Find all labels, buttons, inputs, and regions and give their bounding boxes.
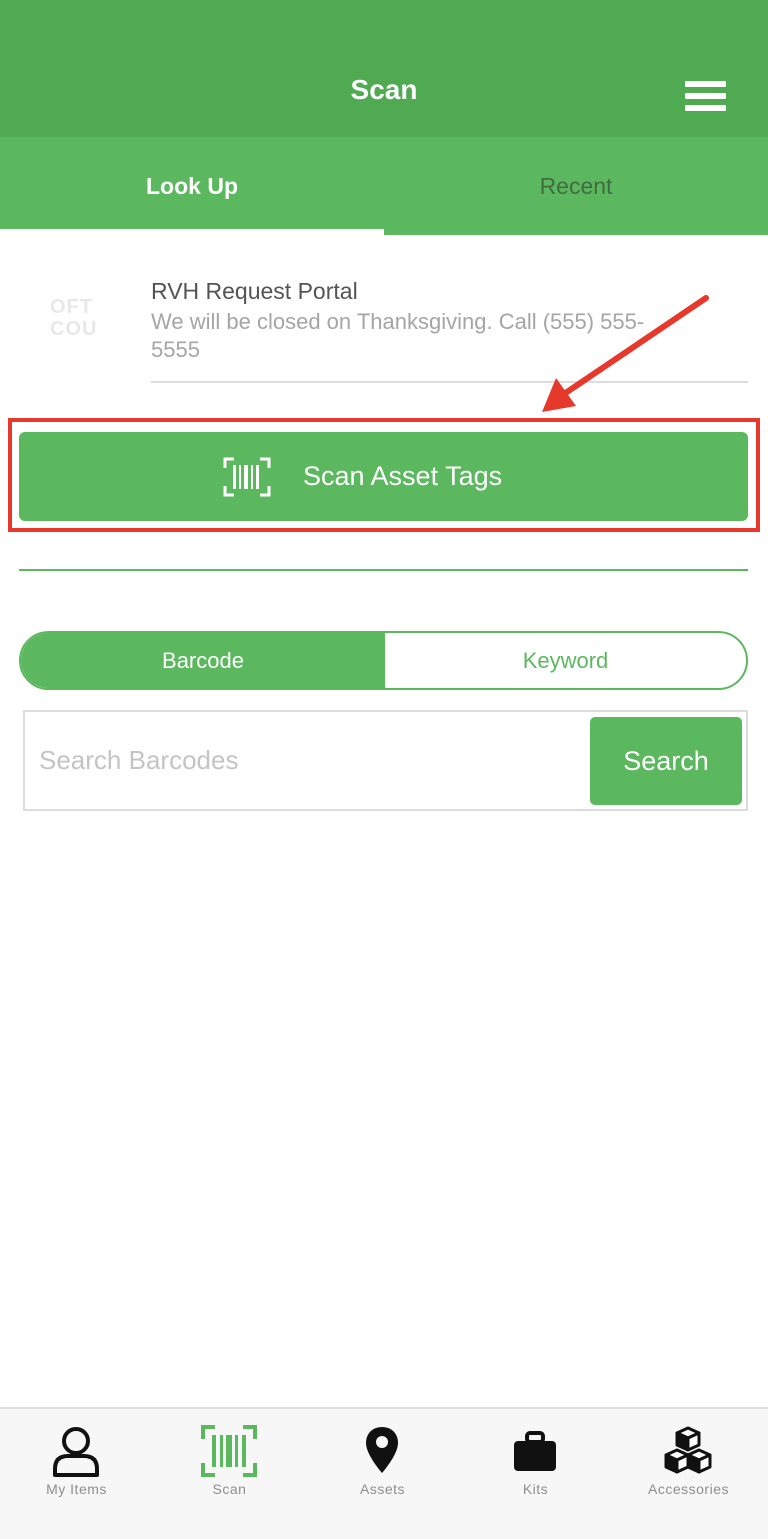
nav-item-accessories[interactable]: Accessories <box>612 1409 765 1539</box>
portal-title: RVH Request Portal <box>151 278 358 304</box>
nav-label: Kits <box>522 1481 549 1497</box>
barcode-mode-option[interactable]: Barcode <box>21 633 385 688</box>
nav-label: My Items <box>46 1481 107 1497</box>
nav-item-assets[interactable]: Assets <box>306 1409 459 1539</box>
nav-item-kits[interactable]: Kits <box>459 1409 612 1539</box>
bottom-nav: My Items Scan Assets Kits Accessories <box>0 1407 768 1539</box>
search-mode-toggle: Barcode Keyword <box>19 631 748 690</box>
barcode-scan-icon <box>223 457 271 497</box>
scan-asset-tags-button[interactable]: Scan Asset Tags <box>19 432 748 521</box>
tab-recent[interactable]: Recent <box>384 137 768 235</box>
map-pin-icon <box>366 1427 398 1473</box>
active-tab-indicator <box>0 229 384 235</box>
person-icon <box>53 1427 99 1477</box>
nav-item-scan[interactable]: Scan <box>153 1409 306 1539</box>
annotation-arrow <box>542 295 709 412</box>
barcode-scan-icon <box>201 1425 257 1477</box>
section-divider <box>19 569 748 571</box>
search-input[interactable] <box>39 712 589 809</box>
nav-label: Assets <box>359 1481 405 1497</box>
portal-logo: OFT COU <box>50 296 98 340</box>
nav-label: Accessories <box>648 1481 729 1497</box>
hamburger-menu-icon[interactable] <box>682 78 730 116</box>
tab-look-up[interactable]: Look Up <box>0 137 384 235</box>
search-bar: Search <box>23 710 748 811</box>
briefcase-icon <box>514 1431 556 1471</box>
nav-item-my-items[interactable]: My Items <box>0 1409 153 1539</box>
boxes-icon <box>664 1426 712 1474</box>
scan-asset-tags-label: Scan Asset Tags <box>303 461 503 491</box>
nav-label: Scan <box>212 1481 247 1497</box>
page-title: Scan <box>350 74 418 105</box>
tab-bar: Look Up Recent <box>0 137 768 235</box>
keyword-mode-option[interactable]: Keyword <box>385 633 746 688</box>
app-header: Scan <box>0 0 768 137</box>
search-button[interactable]: Search <box>590 717 742 805</box>
